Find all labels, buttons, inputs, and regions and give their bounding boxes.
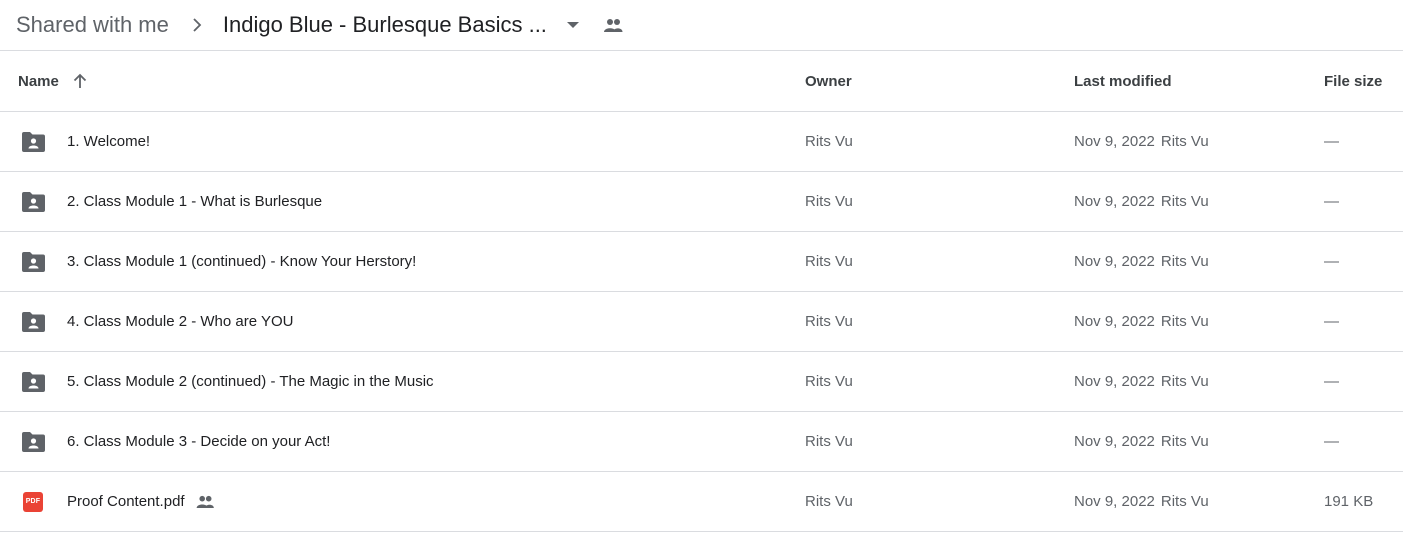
file-name: 4. Class Module 2 - Who are YOU bbox=[67, 313, 294, 330]
file-name: 2. Class Module 1 - What is Burlesque bbox=[67, 193, 323, 210]
breadcrumb-shared-with-me[interactable]: Shared with me bbox=[16, 12, 169, 38]
file-size: — bbox=[1324, 313, 1339, 330]
shared-folder-icon bbox=[20, 292, 46, 351]
table-row[interactable]: 6. Class Module 3 - Decide on your Act! … bbox=[0, 412, 1403, 472]
modified-date: Nov 9, 2022 bbox=[1074, 193, 1155, 210]
file-size: — bbox=[1324, 253, 1339, 270]
pdf-badge: PDF bbox=[23, 491, 43, 512]
shared-folder-icon bbox=[20, 112, 46, 171]
shared-folder-icon bbox=[20, 412, 46, 471]
owner-name: Rits Vu bbox=[805, 493, 853, 510]
modified-by: Rits Vu bbox=[1160, 193, 1209, 210]
file-size: — bbox=[1324, 373, 1339, 390]
modified-date: Nov 9, 2022 bbox=[1074, 493, 1155, 510]
pdf-icon: PDF bbox=[20, 472, 46, 531]
modified-date: Nov 9, 2022 bbox=[1074, 433, 1155, 450]
table-row[interactable]: 2. Class Module 1 - What is Burlesque Ri… bbox=[0, 172, 1403, 232]
file-name: Proof Content.pdf bbox=[67, 493, 185, 510]
file-size: 191 KB bbox=[1324, 493, 1374, 510]
column-owner-label: Owner bbox=[805, 72, 852, 90]
breadcrumb-bar: Shared with me Indigo Blue - Burlesque B… bbox=[0, 0, 1403, 51]
column-header-name[interactable]: Name bbox=[18, 51, 89, 111]
modified-date: Nov 9, 2022 bbox=[1074, 253, 1155, 270]
owner-name: Rits Vu bbox=[805, 193, 853, 210]
owner-name: Rits Vu bbox=[805, 433, 853, 450]
column-header-last-modified[interactable]: Last modified bbox=[1074, 51, 1172, 111]
people-icon bbox=[195, 495, 215, 508]
modified-by: Rits Vu bbox=[1160, 313, 1209, 330]
modified-by: Rits Vu bbox=[1160, 433, 1209, 450]
column-header-file-size[interactable]: File size bbox=[1324, 51, 1382, 111]
arrow-drop-down-icon[interactable] bbox=[561, 13, 585, 37]
file-size: — bbox=[1324, 133, 1339, 150]
column-name-label: Name bbox=[18, 72, 59, 90]
file-size: — bbox=[1324, 433, 1339, 450]
file-name: 6. Class Module 3 - Decide on your Act! bbox=[67, 433, 331, 450]
owner-name: Rits Vu bbox=[805, 133, 853, 150]
column-header-owner[interactable]: Owner bbox=[805, 51, 852, 111]
people-icon bbox=[601, 13, 625, 37]
table-row[interactable]: 3. Class Module 1 (continued) - Know You… bbox=[0, 232, 1403, 292]
table-header: Name Owner Last modified File size bbox=[0, 51, 1403, 112]
breadcrumb-current-folder[interactable]: Indigo Blue - Burlesque Basics ... bbox=[223, 12, 547, 38]
table-row[interactable]: 5. Class Module 2 (continued) - The Magi… bbox=[0, 352, 1403, 412]
table-row[interactable]: PDF Proof Content.pdf Rits Vu Nov 9, 202… bbox=[0, 472, 1403, 532]
table-row[interactable]: 1. Welcome! Rits Vu Nov 9, 2022 Rits Vu … bbox=[0, 112, 1403, 172]
owner-name: Rits Vu bbox=[805, 253, 853, 270]
chevron-right-icon bbox=[183, 13, 211, 37]
modified-by: Rits Vu bbox=[1160, 493, 1209, 510]
shared-folder-icon bbox=[20, 232, 46, 291]
column-file-size-label: File size bbox=[1324, 72, 1383, 90]
file-name: 3. Class Module 1 (continued) - Know You… bbox=[67, 253, 417, 270]
shared-folder-icon bbox=[20, 352, 46, 411]
modified-date: Nov 9, 2022 bbox=[1074, 373, 1155, 390]
modified-by: Rits Vu bbox=[1160, 133, 1209, 150]
file-name: 5. Class Module 2 (continued) - The Magi… bbox=[67, 373, 434, 390]
file-size: — bbox=[1324, 193, 1339, 210]
table-row[interactable]: 4. Class Module 2 - Who are YOU Rits Vu … bbox=[0, 292, 1403, 352]
file-name: 1. Welcome! bbox=[67, 133, 151, 150]
modified-date: Nov 9, 2022 bbox=[1074, 133, 1155, 150]
shared-folder-icon bbox=[20, 172, 46, 231]
modified-date: Nov 9, 2022 bbox=[1074, 313, 1155, 330]
owner-name: Rits Vu bbox=[805, 373, 853, 390]
modified-by: Rits Vu bbox=[1160, 373, 1209, 390]
column-last-modified-label: Last modified bbox=[1074, 72, 1172, 90]
modified-by: Rits Vu bbox=[1160, 253, 1209, 270]
owner-name: Rits Vu bbox=[805, 313, 853, 330]
file-list: Name Owner Last modified File size 1. We… bbox=[0, 51, 1403, 532]
arrow-upward-icon[interactable] bbox=[71, 72, 89, 90]
